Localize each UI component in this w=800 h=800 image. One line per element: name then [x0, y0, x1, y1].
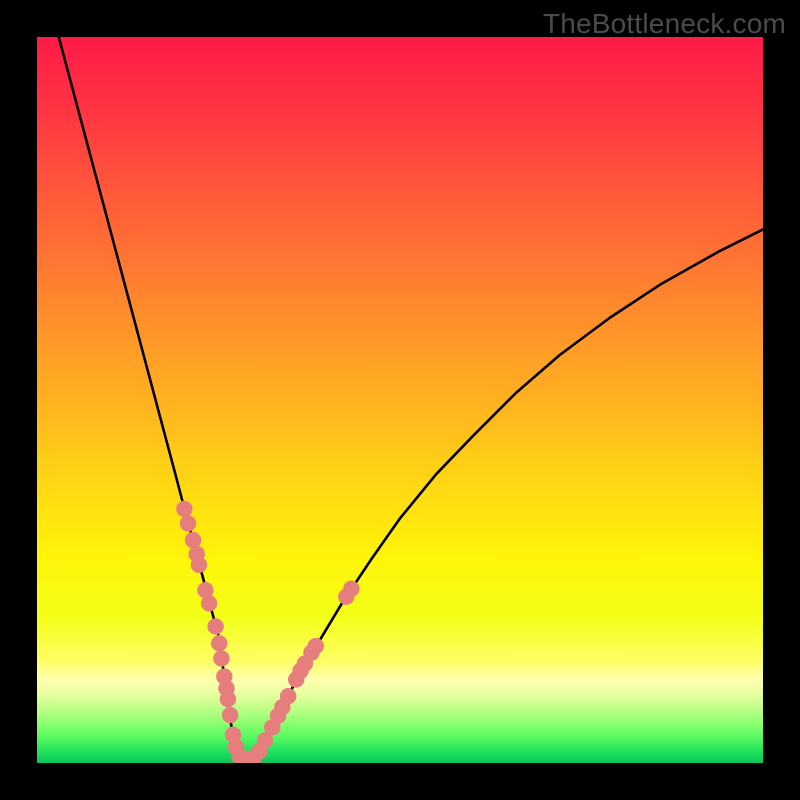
- config-point: [343, 581, 359, 597]
- config-point: [280, 688, 296, 704]
- config-point: [207, 618, 223, 634]
- config-point: [211, 635, 227, 651]
- config-point: [222, 707, 238, 723]
- bottleneck-curve: [59, 37, 763, 759]
- config-point: [176, 501, 192, 517]
- plot-area: [37, 37, 763, 763]
- config-point: [185, 532, 201, 548]
- config-point: [180, 515, 196, 531]
- config-point: [220, 691, 236, 707]
- config-points-group: [176, 501, 359, 763]
- config-point: [201, 595, 217, 611]
- watermark-text: TheBottleneck.com: [543, 8, 786, 40]
- config-point: [213, 650, 229, 666]
- config-point: [191, 557, 207, 573]
- chart-frame: TheBottleneck.com: [0, 0, 800, 800]
- chart-svg: [37, 37, 763, 763]
- config-point: [308, 638, 324, 654]
